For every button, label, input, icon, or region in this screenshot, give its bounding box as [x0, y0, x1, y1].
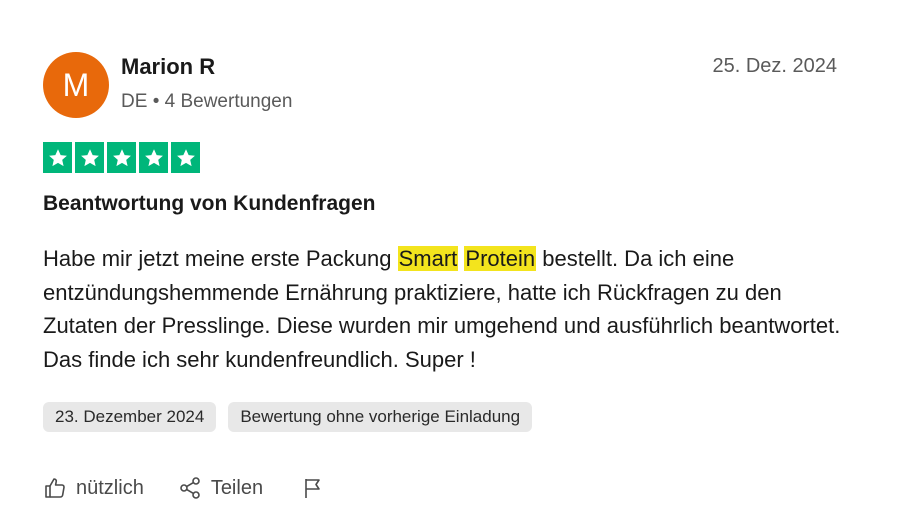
review-tags: 23. Dezember 2024 Bewertung ohne vorheri… [43, 402, 533, 432]
meta-separator: • [152, 91, 160, 112]
star-icon [75, 142, 104, 173]
star-icon [43, 142, 72, 173]
share-label: Teilen [210, 476, 264, 499]
star-icon [171, 142, 200, 173]
reviewer-meta: DE • 4 Bewertungen [121, 91, 292, 113]
review-date: 25. Dez. 2024 [712, 55, 837, 77]
review-title[interactable]: Beantwortung von Kundenfragen [43, 192, 376, 216]
highlight-protein: Protein [464, 246, 537, 271]
reviewer-name[interactable]: Marion R [121, 54, 215, 80]
review-body: Habe mir jetzt meine erste Packung Smart… [43, 242, 843, 376]
useful-button[interactable]: nützlich [43, 476, 144, 500]
reviewer-country: DE [121, 91, 148, 112]
invitation-tag[interactable]: Bewertung ohne vorherige Einladung [228, 402, 533, 432]
avatar-initial: M [62, 66, 90, 103]
star-icon [107, 142, 136, 173]
star-rating [43, 142, 200, 173]
share-button[interactable]: Teilen [178, 476, 263, 500]
review-actions: nützlich Teilen [43, 476, 334, 500]
share-icon [180, 477, 200, 499]
flag-icon [305, 479, 320, 498]
star-icon [139, 142, 168, 173]
highlight-smart: Smart [397, 246, 459, 271]
thumbs-up-icon [45, 478, 65, 498]
useful-label: nützlich [76, 476, 144, 499]
report-button[interactable] [301, 476, 334, 500]
reviewer-review-count: 4 Bewertungen [164, 91, 293, 112]
review-body-part1: Habe mir jetzt meine erste Packung [43, 246, 398, 271]
experience-date-tag: 23. Dezember 2024 [43, 402, 217, 432]
reviewer-avatar[interactable]: M [43, 52, 109, 118]
